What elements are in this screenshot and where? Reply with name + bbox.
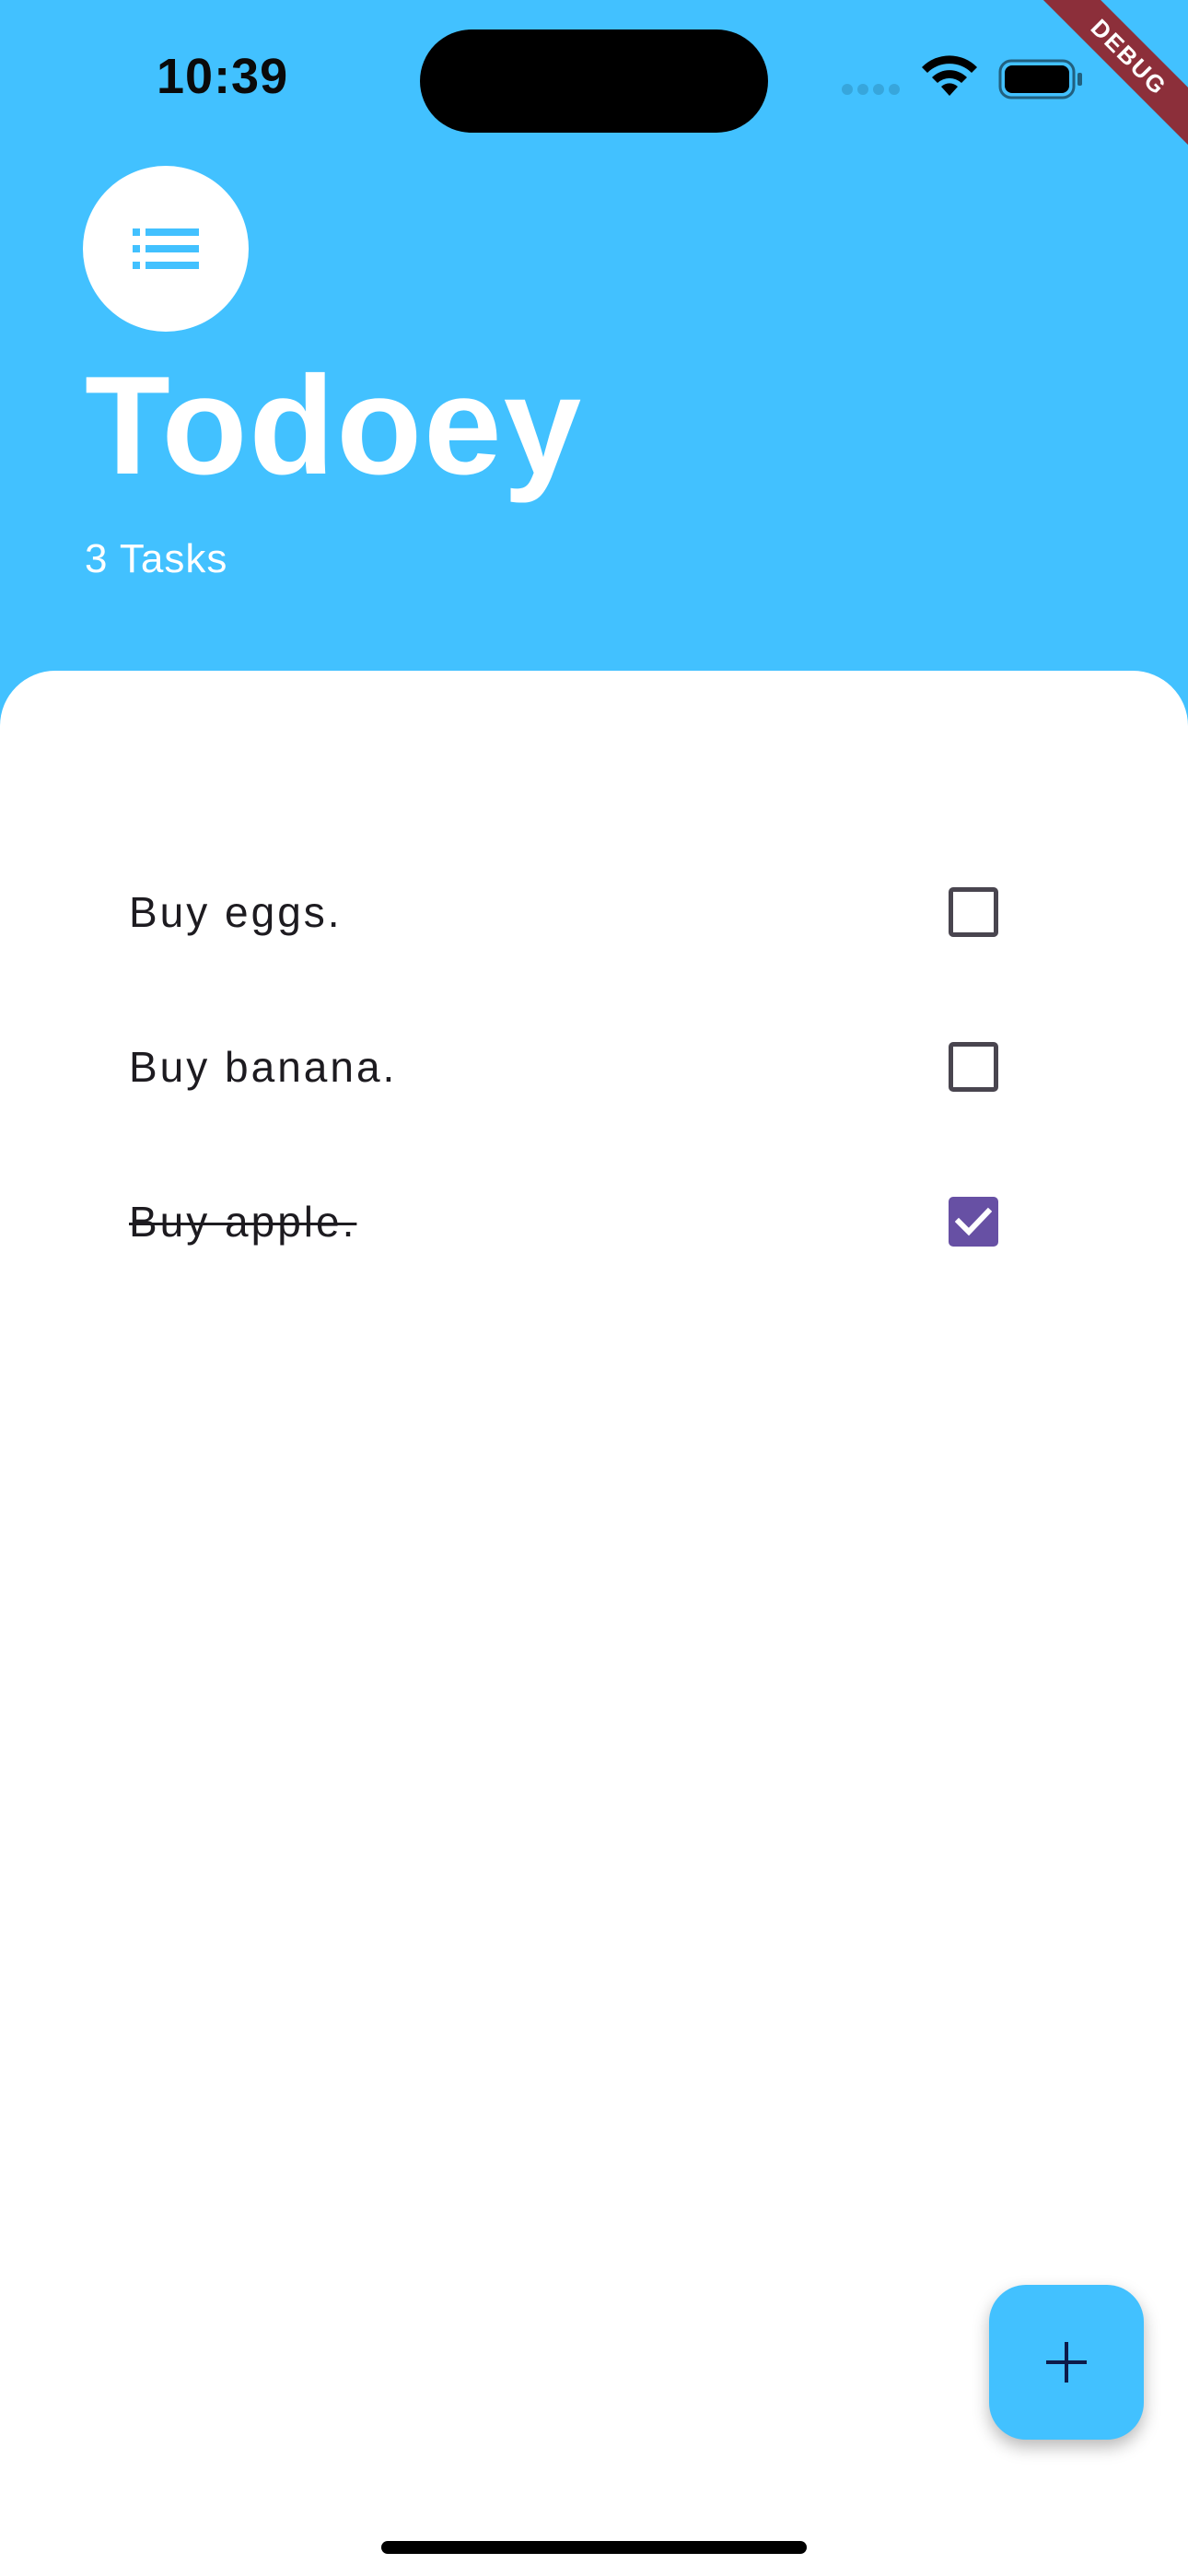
task-label: Buy apple.	[129, 1198, 357, 1246]
dynamic-island	[420, 29, 768, 133]
home-indicator	[381, 2541, 807, 2554]
debug-banner: DEBUG	[1004, 0, 1188, 184]
task-row[interactable]: Buy banana.	[129, 1012, 1050, 1122]
status-time: 10:39	[157, 49, 289, 104]
check-icon	[955, 1207, 992, 1236]
task-checkbox[interactable]	[949, 1042, 998, 1092]
plus-icon	[1046, 2342, 1087, 2383]
task-checkbox[interactable]	[949, 887, 998, 937]
task-label: Buy banana.	[129, 1043, 398, 1091]
app-title: Todoey	[85, 347, 584, 504]
list-icon	[83, 166, 249, 332]
task-checkbox-checked[interactable]	[949, 1197, 998, 1247]
debug-label: DEBUG	[1017, 0, 1188, 170]
task-row[interactable]: Buy eggs.	[129, 857, 1050, 967]
task-label: Buy eggs.	[129, 888, 343, 936]
task-row[interactable]: Buy apple.	[129, 1166, 1050, 1277]
task-count: 3 Tasks	[85, 536, 228, 581]
cellular-signal-icon	[842, 83, 906, 96]
add-task-button[interactable]	[989, 2285, 1144, 2440]
wifi-icon	[919, 53, 980, 100]
